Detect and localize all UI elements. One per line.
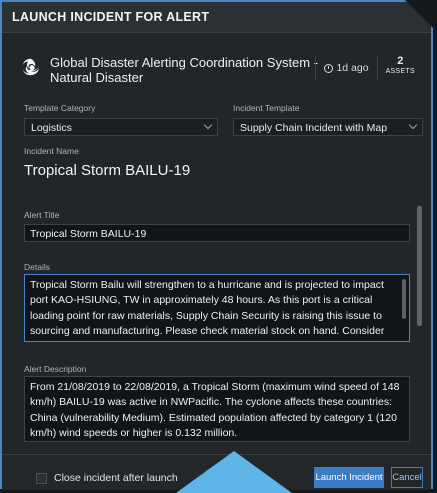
alert-time: 1d ago (315, 55, 376, 81)
assets-count-number: 2 (397, 55, 404, 67)
close-after-launch-label[interactable]: Close incident after launch (54, 472, 178, 484)
launch-incident-button[interactable]: Launch Incident (314, 467, 384, 488)
template-category-label: Template Category (24, 103, 96, 113)
assets-count[interactable]: 2 ASSETS (376, 55, 415, 81)
dialog-title: LAUNCH INCIDENT FOR ALERT (12, 10, 210, 24)
template-category-value: Logistics (31, 122, 72, 134)
alert-title-input[interactable]: Tropical Storm BAILU-19 (24, 224, 410, 242)
details-label: Details (24, 262, 50, 272)
dialog-scrollbar[interactable] (417, 206, 422, 326)
assets-count-label: ASSETS (385, 68, 415, 75)
dialog-titlebar: LAUNCH INCIDENT FOR ALERT (2, 0, 433, 33)
clock-icon (324, 63, 334, 73)
incident-name-label: Incident Name (24, 146, 79, 156)
alert-meta: 1d ago 2 ASSETS (315, 50, 415, 86)
alert-description-label: Alert Description (24, 364, 87, 374)
alert-description-text: From 21/08/2019 to 22/08/2019, a Tropica… (30, 381, 400, 439)
incident-template-select[interactable]: Supply Chain Incident with Map (233, 118, 423, 136)
alert-fields-scroll-area[interactable]: Alert Title Tropical Storm BAILU-19 Deta… (14, 198, 422, 452)
chevron-down-icon (408, 120, 418, 130)
launch-incident-dialog: LAUNCH INCIDENT FOR ALERT Global Disaste… (0, 0, 433, 490)
alert-title-label: Alert Title (24, 210, 60, 220)
chevron-down-icon (203, 120, 213, 130)
details-scrollbar[interactable] (402, 279, 406, 319)
titlebar-corner-notch (405, 0, 433, 28)
alert-description-textarea[interactable]: From 21/08/2019 to 22/08/2019, a Tropica… (24, 376, 410, 442)
highlight-pointer-arrow (176, 451, 292, 493)
cancel-button[interactable]: Cancel (391, 467, 423, 488)
template-category-select[interactable]: Logistics (24, 118, 218, 136)
close-after-launch-checkbox[interactable] (36, 473, 47, 484)
alert-source-header: Global Disaster Alerting Coordination Sy… (20, 50, 415, 92)
incident-name-value[interactable]: Tropical Storm BAILU-19 (24, 162, 190, 179)
details-textarea[interactable]: Tropical Storm Bailu will strengthen to … (24, 274, 410, 342)
incident-template-label: Incident Template (233, 103, 300, 113)
swirl-logo-icon (22, 58, 40, 76)
alert-time-text: 1d ago (336, 62, 369, 74)
details-text: Tropical Storm Bailu will strengthen to … (30, 279, 394, 341)
alert-source-name: Global Disaster Alerting Coordination Sy… (50, 55, 319, 85)
incident-template-value: Supply Chain Incident with Map (240, 122, 388, 134)
